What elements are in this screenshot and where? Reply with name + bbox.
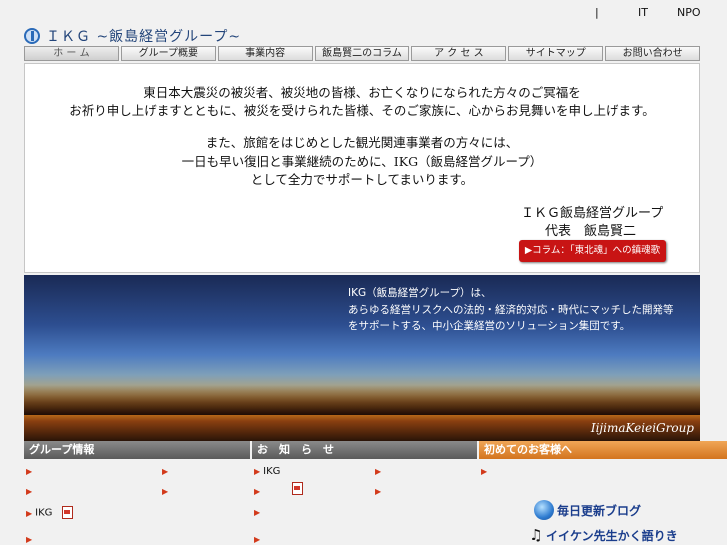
news-list-item-ikg[interactable]: ▶ IKG <box>254 466 280 477</box>
logo-text: ＩＫＧ ~飯島経営グループ~ <box>46 29 242 45</box>
news-list-item[interactable]: ▶ <box>375 486 384 497</box>
nav-group-overview[interactable]: グループ概要 <box>120 46 216 61</box>
banner-clouds <box>24 385 700 415</box>
nav-sitemap[interactable]: サイトマップ <box>508 46 604 61</box>
arrow-icon: ▶ <box>26 508 33 518</box>
nav-contact[interactable]: お問い合わせ <box>605 46 701 61</box>
site-logo[interactable]: ＩＫＧ ~飯島経営グループ~ <box>24 27 241 45</box>
group-list-item-ikg[interactable]: ▶ IKG <box>26 506 73 519</box>
section-group-info: グループ情報 <box>24 441 250 459</box>
section-first-time: 初めてのお客様へ <box>479 441 727 459</box>
arrow-icon: ▶ <box>481 467 488 476</box>
arrow-icon: ▶ <box>26 467 33 476</box>
group-ikg-label: IKG <box>35 507 53 519</box>
arrow-icon: ▶ <box>26 487 33 496</box>
banner-line-3: をサポートする、中小企業経営のソリューション集団です。 <box>348 320 631 332</box>
signature-org: ＩＫＧ飯島経営グループ <box>521 206 664 221</box>
news-list-item[interactable]: ▶ <box>254 534 263 545</box>
arrow-icon: ▶ <box>26 535 33 544</box>
lecture-label: イイケン先生かく語りき <box>546 528 678 543</box>
news-pdf-link[interactable] <box>292 482 303 495</box>
pdf-icon <box>292 482 303 495</box>
top-links: | IT NPO <box>0 6 727 20</box>
signature-name: 代表 飯島賢二 <box>545 224 637 239</box>
condolence-message: 東日本大震災の被災者、被災地の皆様、お亡くなりになられた方々のご冥福を お祈り申… <box>24 63 700 273</box>
arrow-icon: ▶ <box>375 487 382 496</box>
nav-home[interactable]: ホ ー ム <box>24 46 119 61</box>
message-line-5: として全力でサポートしてまいります。 <box>250 172 474 187</box>
arrow-icon: ▶ <box>162 487 169 496</box>
message-line-3: また、旅館をはじめとした観光関連事業者の方々には、 <box>205 135 519 150</box>
nav-services[interactable]: 事業内容 <box>217 46 313 61</box>
top-link-separator: | <box>595 6 599 19</box>
news-ikg-label: IKG <box>263 466 281 477</box>
main-nav: ホ ー ム グループ概要 事業内容 飯島賢二のコラム ア ク セ ス サイトマッ… <box>24 46 701 61</box>
pdf-icon <box>61 506 73 519</box>
banner-line-2: あらゆる経営リスクへの法的・経済的対応・時代にマッチした開発等 <box>348 304 674 316</box>
column-link-button[interactable]: ▶コラム：「東北魂」への鎮魂歌 <box>519 240 666 262</box>
message-line-2: お祈り申し上げますとともに、被災を受けられた皆様、そのご家族に、心からお見舞いを… <box>69 103 655 118</box>
lecture-link[interactable]: ♫ イイケン先生かく語りき <box>528 526 678 544</box>
top-link-it[interactable]: IT <box>638 6 648 19</box>
music-note-icon: ♫ <box>529 526 543 544</box>
logo-mark-icon <box>24 28 40 44</box>
nav-column[interactable]: 飯島賢二のコラム <box>314 46 410 61</box>
group-list-item[interactable]: ▶ <box>26 534 35 545</box>
news-list-item[interactable]: ▶ <box>375 466 384 477</box>
group-list-item[interactable]: ▶ <box>26 466 35 477</box>
hero-banner: IKG（飯島経営グループ）は、 あらゆる経営リスクへの法的・経済的対応・時代にマ… <box>24 275 700 441</box>
arrow-icon: ▶ <box>254 508 261 517</box>
group-list-item[interactable]: ▶ <box>162 466 171 477</box>
arrow-icon: ▶ <box>254 487 261 496</box>
top-link-npo[interactable]: NPO <box>677 6 701 19</box>
globe-icon <box>534 500 554 520</box>
news-list-item[interactable]: ▶ <box>254 486 263 497</box>
banner-line-1: IKG（飯島経営グループ）は、 <box>348 287 492 299</box>
message-line-1: 東日本大震災の被災者、被災地の皆様、お亡くなりになられた方々のご冥福を <box>143 85 581 100</box>
daily-blog-label: 毎日更新ブログ <box>557 503 642 518</box>
news-list-item[interactable]: ▶ <box>254 507 263 518</box>
group-list-item[interactable]: ▶ <box>162 486 171 497</box>
arrow-icon: ▶ <box>162 467 169 476</box>
banner-brand: IijimaKeieiGroup <box>590 421 694 435</box>
section-news: お 知 ら せ <box>252 441 477 459</box>
group-list-item[interactable]: ▶ <box>26 486 35 497</box>
nav-access[interactable]: ア ク セ ス <box>411 46 507 61</box>
arrow-icon: ▶ <box>375 467 382 476</box>
message-line-4: 一日も早い復旧と事業継続のために、IKG（飯島経営グループ） <box>181 154 543 169</box>
arrow-icon: ▶ <box>254 535 261 544</box>
arrow-icon: ▶ <box>254 467 261 476</box>
daily-blog-link[interactable]: 毎日更新ブログ <box>534 500 641 520</box>
first-time-list-item[interactable]: ▶ <box>481 466 490 477</box>
